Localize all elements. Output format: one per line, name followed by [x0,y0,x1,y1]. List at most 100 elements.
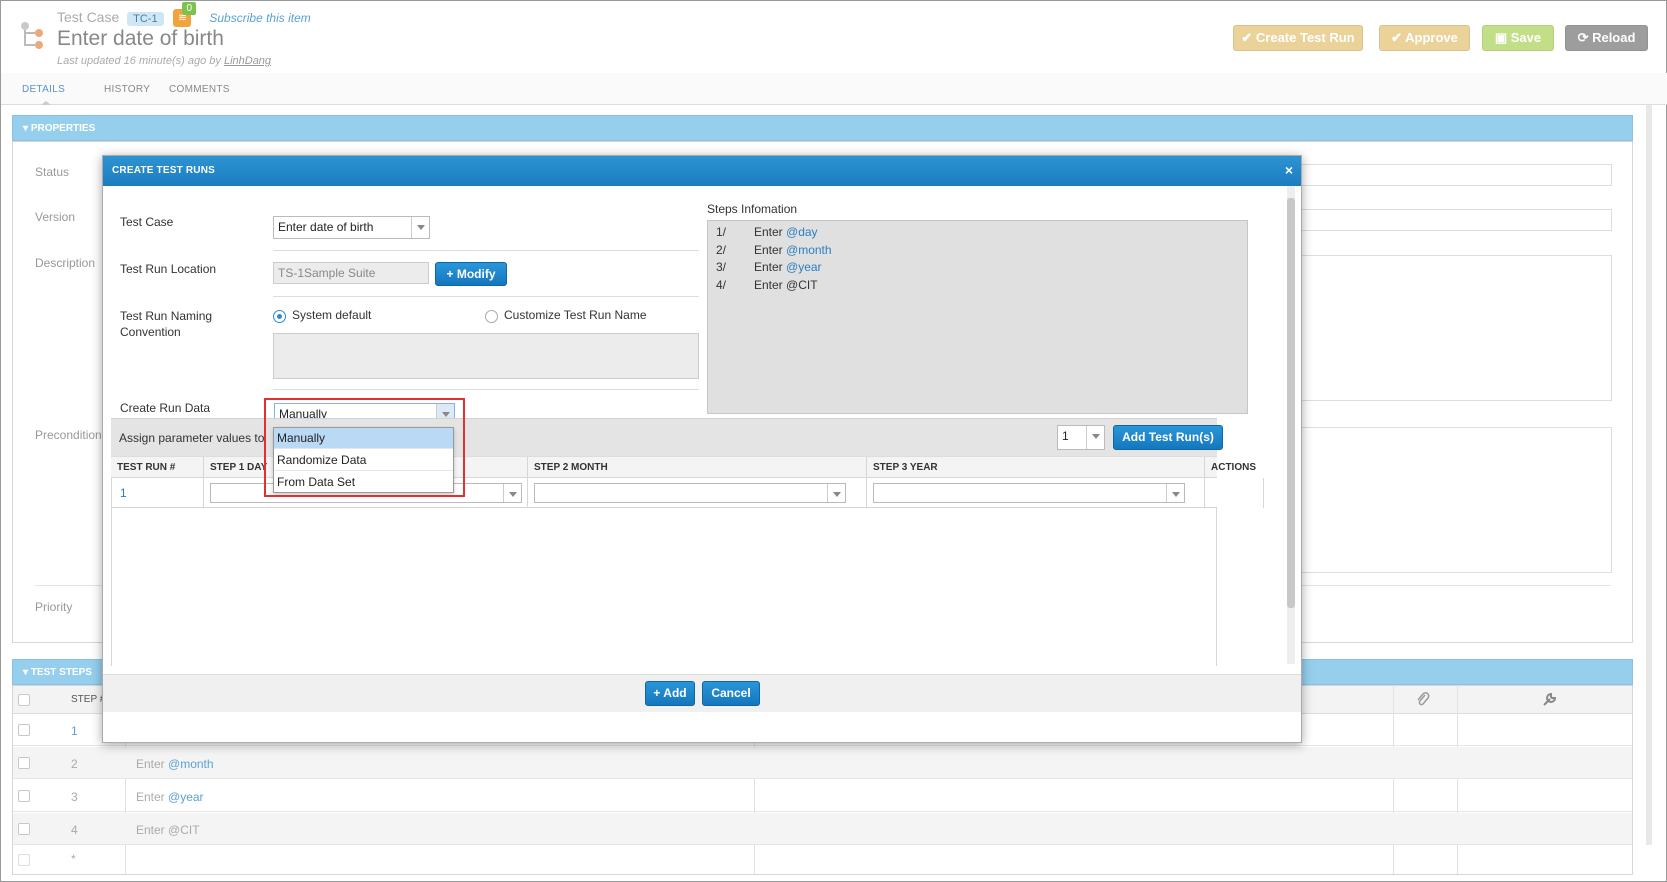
step3-year-select[interactable] [873,483,1185,503]
approve-button[interactable]: ✔ Approve [1379,25,1470,51]
step-number: 4 [71,823,78,837]
test-run-cell: 1 [111,478,204,508]
create-test-run-label: Create Test Run [1255,30,1355,45]
test-run-col-header: TEST RUN # [111,457,204,478]
row-checkbox[interactable] [18,757,30,769]
naming-convention-line1: Test Run Naming [120,309,213,323]
modify-button[interactable]: + Modify [435,262,507,286]
page: Test Case TC-1 ≋ 0 Subscribe this item En… [0,0,1667,882]
rss-count-badge: 0 [182,2,197,16]
row-checkbox[interactable] [18,724,30,736]
table-row[interactable]: * [13,846,1632,874]
close-icon[interactable]: × [1285,156,1293,184]
test-case-select[interactable]: Enter date of birth [273,216,430,239]
priority-label: Priority [35,600,73,614]
steps-info-row: 1/Enter @day [716,225,818,239]
precondition-editor[interactable] [1301,427,1612,573]
steps-info-text: Enter @month [754,243,832,257]
naming-convention-line2: Convention [120,325,181,339]
check-icon: ✔ [1391,30,1406,45]
version-select[interactable] [1301,209,1612,231]
steps-info-param: @month [786,243,832,257]
steps-info-param: @day [786,225,818,239]
cancel-button[interactable]: Cancel [702,681,760,706]
precondition-label: Precondition [35,428,102,442]
page-scrollbar[interactable] [1646,105,1652,845]
floppy-icon: ▣ [1494,30,1511,45]
wrench-icon [1543,692,1557,706]
chevron-down-icon [827,484,845,502]
steps-info-text: Enter @day [754,225,818,239]
breadcrumb-label[interactable]: Test Case [57,9,119,25]
approve-label: Approve [1405,30,1458,45]
step-text: Enter @CIT [136,823,200,837]
step-param: @month [168,757,214,771]
page-title: Enter date of birth [57,27,224,50]
actions-cell [1205,478,1264,508]
active-tab-indicator-icon [41,101,51,105]
step2-col-header: STEP 2 MONTH [528,457,867,478]
row-checkbox[interactable] [18,823,30,835]
dialog-header: CREATE TEST RUNS [103,156,1301,186]
description-editor[interactable] [1301,255,1612,401]
step-text-prefix: Enter [136,790,169,804]
tab-details[interactable]: DETAILS [22,84,65,95]
check-icon: ✔ [1241,30,1256,45]
plus-icon: + [446,267,457,281]
test-case-value: Enter date of birth [278,220,374,234]
system-default-label[interactable]: System default [292,308,371,322]
row-checkbox[interactable] [18,790,30,802]
test-steps-title: TEST STEPS [30,667,92,678]
new-row-marker: * [71,852,76,866]
dialog-scrollbar-thumb[interactable] [1287,198,1295,608]
step-number[interactable]: 1 [71,724,78,738]
steps-info-text: Enter @year [754,260,822,274]
tab-bar [1,73,1667,105]
create-run-data-label: Create Run Data [120,401,211,415]
last-updated-user-link[interactable]: LinhDang [224,55,271,67]
add-button[interactable]: + Add [645,681,695,706]
customize-name-label[interactable]: Customize Test Run Name [504,308,647,322]
test-run-count-select[interactable]: 1 [1057,425,1105,450]
subscribe-link[interactable]: Subscribe this item [209,11,310,25]
add-test-runs-button[interactable]: Add Test Run(s) [1113,425,1223,450]
tab-history[interactable]: HISTORY [104,84,150,95]
custom-name-textarea [273,333,699,379]
steps-info-row: 4/Enter @CIT [716,278,818,292]
steps-info-panel: 1/Enter @day 2/Enter @month 3/Enter @yea… [707,220,1248,414]
steps-info-num: 2/ [716,243,727,257]
row-checkbox[interactable] [18,854,30,866]
table-row[interactable]: 3 Enter @year [13,780,1632,812]
step2-cell [528,478,867,508]
breadcrumb: Test Case TC-1 ≋ 0 Subscribe this item [57,2,311,28]
steps-info-num: 3/ [716,260,727,274]
divider [273,296,699,297]
test-case-icon [21,22,43,49]
steps-info-prefix: Enter [754,225,787,239]
steps-info-prefix: Enter [754,260,787,274]
description-label: Description [35,256,96,270]
customize-name-radio[interactable] [485,310,498,323]
properties-panel-header[interactable]: ▾ PROPERTIES [12,115,1633,141]
save-button[interactable]: ▣ Save [1482,25,1554,51]
status-select[interactable] [1301,164,1612,186]
select-all-checkbox[interactable] [18,694,30,706]
rss-icon[interactable]: ≋ 0 [173,2,197,28]
table-row[interactable]: 4 Enter @CIT [13,813,1632,845]
step-text-prefix: Enter [136,757,169,771]
system-default-radio[interactable] [273,310,286,323]
reload-button[interactable]: ⟳ Reload [1565,25,1648,51]
assign-parameters-label: Assign parameter values to [119,431,265,445]
tab-comments[interactable]: COMMENTS [169,84,230,95]
table-row[interactable]: 2 Enter @month [13,747,1632,779]
steps-info-num: 1/ [716,225,727,239]
last-updated-text: Last updated 16 minute(s) ago by LinhDan… [57,55,271,67]
paperclip-icon [1417,692,1430,706]
create-test-run-button[interactable]: ✔ Create Test Run [1233,25,1363,51]
test-run-count-value: 1 [1062,429,1069,443]
refresh-icon: ⟳ [1577,30,1593,45]
dialog-footer: + Add Cancel [103,674,1301,712]
test-run-number: 1 [120,486,127,500]
step-number: 2 [71,757,78,771]
step2-month-select[interactable] [534,483,846,503]
